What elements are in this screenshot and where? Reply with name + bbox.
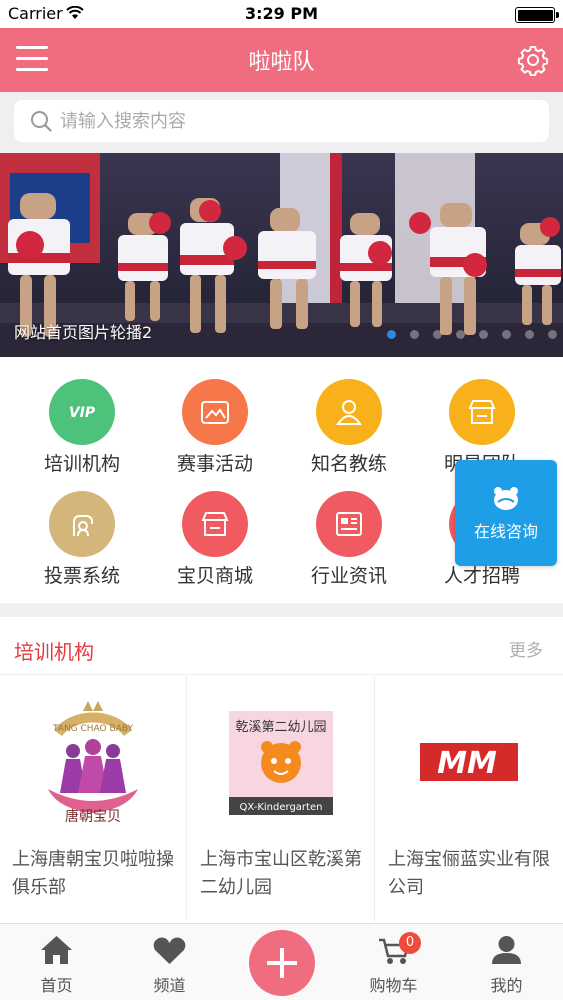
- grid-label: 知名教练: [310, 453, 387, 475]
- carousel-dot[interactable]: [479, 330, 488, 339]
- org-card[interactable]: 乾溪第二幼儿园 QX-Kindergarten 上海市宝山区乾溪第二幼儿园: [188, 676, 375, 922]
- org-logo: 乾溪第二幼儿园 QX-Kindergarten: [188, 688, 374, 838]
- carousel-dot[interactable]: [502, 330, 511, 339]
- hand-icon: [49, 491, 115, 557]
- org-name: 上海唐朝宝贝啦啦操俱乐部: [12, 849, 174, 898]
- tab-home[interactable]: 首页: [0, 924, 113, 1000]
- banner-caption: 网站首页图片轮播2: [14, 323, 153, 342]
- tab-label: 我的: [490, 976, 523, 995]
- online-consult-label: 在线咨询: [473, 522, 538, 541]
- grid-label: 宝贝商城: [176, 565, 253, 587]
- carousel-dots[interactable]: [387, 330, 557, 339]
- grid-item-voting[interactable]: 投票系统: [12, 491, 152, 601]
- carousel-dot[interactable]: [410, 330, 419, 339]
- gear-icon[interactable]: [517, 44, 549, 76]
- home-icon: [41, 936, 72, 964]
- carousel-dot[interactable]: [387, 330, 396, 339]
- grid-label: 投票系统: [43, 565, 120, 587]
- org-name: 上海市宝山区乾溪第二幼儿园: [200, 849, 362, 898]
- search-input[interactable]: [60, 100, 530, 142]
- grid-item-mall[interactable]: 宝贝商城: [145, 491, 285, 601]
- battery-icon: [515, 7, 559, 23]
- vip-icon: VIP: [49, 379, 115, 445]
- grid-label: 行业资讯: [310, 565, 387, 587]
- person-icon: [492, 936, 521, 964]
- status-bar: Carrier 3:29 PM: [0, 0, 563, 28]
- org-logo: MM: [376, 688, 563, 838]
- org-logo: TANG CHAO BABY 唐朝宝贝: [0, 688, 186, 838]
- org-card[interactable]: TANG CHAO BABY 唐朝宝贝 上海唐朝宝贝啦啦操俱乐部: [0, 676, 187, 922]
- carousel-dot[interactable]: [525, 330, 534, 339]
- grid-item-events[interactable]: 赛事活动: [145, 379, 285, 489]
- status-time: 3:29 PM: [244, 4, 318, 23]
- user-icon: [316, 379, 382, 445]
- org-logo-text: 唐朝宝贝: [65, 808, 121, 825]
- heart-icon: [153, 937, 186, 964]
- tab-cart[interactable]: 0 购物车: [337, 924, 450, 1000]
- tab-label: 购物车: [369, 976, 418, 995]
- store-icon: [449, 379, 515, 445]
- picture-icon: [182, 379, 248, 445]
- cart-badge: 0: [399, 932, 421, 954]
- org-logo-sub: QX-Kindergarten: [240, 802, 323, 813]
- grid-item-news[interactable]: 行业资讯: [279, 491, 419, 601]
- grid-item-coaches[interactable]: 知名教练: [279, 379, 419, 489]
- carousel-dot[interactable]: [433, 330, 442, 339]
- section-title: 培训机构: [14, 640, 94, 664]
- search-box[interactable]: [14, 100, 549, 142]
- banner-carousel[interactable]: 网站首页图片轮播2: [0, 153, 563, 357]
- svg-text:VIP: VIP: [69, 405, 96, 421]
- org-logo-text: 乾溪第二幼儿园: [235, 720, 326, 735]
- nav-bar: 啦啦队: [0, 28, 563, 92]
- add-button[interactable]: [249, 930, 315, 996]
- carousel-dot[interactable]: [456, 330, 465, 339]
- tab-mine[interactable]: 我的: [450, 924, 563, 1000]
- search-icon: [31, 111, 52, 132]
- carousel-dot[interactable]: [548, 330, 557, 339]
- tab-label: 首页: [40, 976, 73, 995]
- page-title: 啦啦队: [248, 50, 315, 75]
- chat-bear-icon: [494, 487, 518, 510]
- grid-label: 培训机构: [43, 453, 120, 475]
- cart-icon: [379, 938, 410, 964]
- more-link[interactable]: 更多: [509, 636, 543, 661]
- section-header: 培训机构 更多: [0, 617, 563, 675]
- grid-label: 赛事活动: [176, 453, 253, 475]
- org-logo-text: MM: [437, 746, 497, 781]
- org-logo-sub: TANG CHAO BABY: [52, 724, 134, 734]
- org-card[interactable]: MM 上海宝俪蓝实业有限公司: [376, 676, 563, 922]
- grid-item-training[interactable]: VIP 培训机构: [12, 379, 152, 489]
- training-section: 培训机构 更多 TANG CHAO BABY 唐朝宝贝 上海唐朝宝贝啦啦操俱乐部: [0, 617, 563, 923]
- tab-channel[interactable]: 频道: [113, 924, 226, 1000]
- org-name: 上海宝俪蓝实业有限公司: [388, 849, 550, 898]
- news-icon: [316, 491, 382, 557]
- online-consult-button[interactable]: 在线咨询: [455, 460, 557, 566]
- tab-label: 频道: [153, 976, 186, 995]
- store-icon: [182, 491, 248, 557]
- search-bar: [0, 92, 563, 152]
